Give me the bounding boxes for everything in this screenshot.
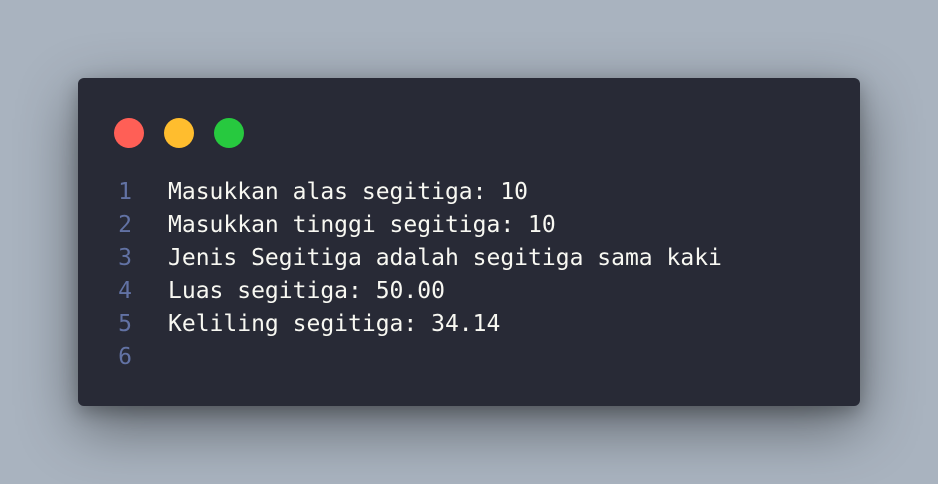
line-number: 5 — [118, 311, 132, 337]
line-text: Luas segitiga: 50.00 — [168, 278, 445, 304]
line-number: 1 — [118, 179, 132, 205]
code-line: 5 Keliling segitiga: 34.14 — [78, 308, 860, 341]
line-text: Jenis Segitiga adalah segitiga sama kaki — [168, 245, 722, 271]
code-line: 1 Masukkan alas segitiga: 10 — [78, 176, 860, 209]
window-controls — [114, 118, 244, 148]
maximize-button[interactable] — [214, 118, 244, 148]
code-line: 6 — [78, 341, 860, 374]
line-number: 6 — [118, 344, 132, 370]
line-text: Masukkan tinggi segitiga: 10 — [168, 212, 556, 238]
code-block: 1 Masukkan alas segitiga: 10 2 Masukkan … — [78, 176, 860, 374]
close-button[interactable] — [114, 118, 144, 148]
code-line: 2 Masukkan tinggi segitiga: 10 — [78, 209, 860, 242]
line-text: Keliling segitiga: 34.14 — [168, 311, 501, 337]
line-text: Masukkan alas segitiga: 10 — [168, 179, 529, 205]
line-number: 3 — [118, 245, 132, 271]
minimize-button[interactable] — [164, 118, 194, 148]
code-line: 4 Luas segitiga: 50.00 — [78, 275, 860, 308]
code-line: 3 Jenis Segitiga adalah segitiga sama ka… — [78, 242, 860, 275]
code-window: 1 Masukkan alas segitiga: 10 2 Masukkan … — [78, 78, 860, 406]
line-number: 4 — [118, 278, 132, 304]
line-number: 2 — [118, 212, 132, 238]
